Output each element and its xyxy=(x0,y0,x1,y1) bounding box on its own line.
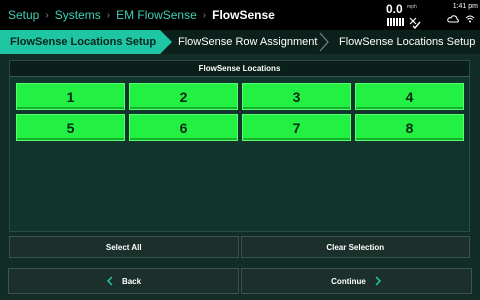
back-label: Back xyxy=(121,276,142,286)
breadcrumb-setup[interactable]: Setup xyxy=(8,8,39,22)
speed-value: 0.0 xyxy=(386,2,403,16)
clear-selection-button[interactable]: Clear Selection xyxy=(240,236,470,258)
selection-actions: Select All Clear Selection xyxy=(9,236,470,258)
gps-signal-icon xyxy=(387,18,407,26)
setup-tabs: FlowSense Locations Setup FlowSense Row … xyxy=(0,30,480,54)
location-button-7[interactable]: 7 xyxy=(242,114,351,141)
location-button-6[interactable]: 6 xyxy=(129,114,238,141)
tab-flowsense-locations-setup-2[interactable]: FlowSense Locations Setup xyxy=(339,30,475,54)
speed-indicator: 0.0 mph xyxy=(383,1,423,29)
chevron-right-icon: › xyxy=(45,9,49,21)
wizard-navigation: Back Continue xyxy=(8,268,472,294)
location-button-2[interactable]: 2 xyxy=(129,83,238,110)
breadcrumb-em-flowsense[interactable]: EM FlowSense xyxy=(116,8,197,22)
top-bar: Setup › Systems › EM FlowSense › FlowSen… xyxy=(0,0,480,30)
location-button-3[interactable]: 3 xyxy=(242,83,351,110)
wifi-icon[interactable] xyxy=(465,14,475,24)
chevron-right-icon xyxy=(375,276,381,286)
cloud-icon[interactable] xyxy=(447,14,459,24)
breadcrumb: Setup › Systems › EM FlowSense › FlowSen… xyxy=(8,0,275,30)
location-button-8[interactable]: 8 xyxy=(355,114,464,141)
flowsense-locations-panel: FlowSense Locations 1 2 3 4 5 6 7 8 xyxy=(9,60,470,232)
clock: 1:41 pm xyxy=(452,3,478,10)
back-button[interactable]: Back xyxy=(8,268,239,294)
chevron-right-icon xyxy=(319,32,329,52)
chevron-right-icon: › xyxy=(106,9,111,21)
breadcrumb-flowsense: FlowSense xyxy=(212,8,275,22)
continue-button[interactable]: Continue xyxy=(241,268,472,294)
location-button-1[interactable]: 1 xyxy=(16,83,125,110)
chevron-right-icon: › xyxy=(202,9,207,21)
location-button-5[interactable]: 5 xyxy=(16,114,125,141)
panel-title: FlowSense Locations xyxy=(10,61,469,77)
gps-check-icon xyxy=(409,17,421,29)
tab-flowsense-locations-setup[interactable]: FlowSense Locations Setup xyxy=(0,30,172,54)
location-button-4[interactable]: 4 xyxy=(355,83,464,110)
chevron-left-icon xyxy=(106,276,113,286)
tab-flowsense-row-assignment[interactable]: FlowSense Row Assignment xyxy=(178,30,317,54)
breadcrumb-systems[interactable]: Systems xyxy=(55,8,101,22)
select-all-button[interactable]: Select All xyxy=(9,236,239,258)
speed-unit: mph xyxy=(407,4,417,10)
continue-label: Continue xyxy=(331,276,366,286)
